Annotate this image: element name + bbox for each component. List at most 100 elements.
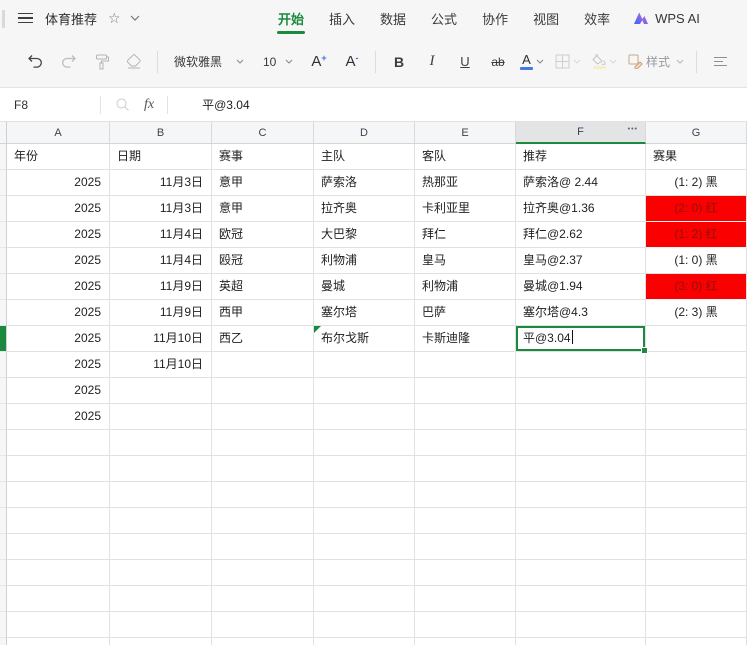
tab-insert[interactable]: 插入 [327,0,357,37]
sheet-cell[interactable]: 萨索洛@ 2.44 [516,170,646,196]
sheet-cell[interactable] [110,508,212,534]
row-header[interactable] [0,560,7,586]
sheet-cell[interactable]: 卡斯迪隆 [415,326,516,352]
sheet-cell[interactable]: 萨索洛 [314,170,415,196]
sheet-cell[interactable] [415,482,516,508]
tab-view[interactable]: 视图 [531,0,561,37]
strikethrough-button[interactable]: ab [487,49,509,75]
row-header[interactable] [0,222,7,248]
sheet-cell[interactable] [110,482,212,508]
sheet-cell[interactable] [415,560,516,586]
row-header[interactable] [0,196,7,222]
sheet-cell[interactable]: 2025 [7,326,110,352]
sheet-cell[interactable] [314,404,415,430]
sheet-cell[interactable]: 11月4日 [110,222,212,248]
sheet-cell[interactable]: 欧冠 [212,222,314,248]
sheet-cell[interactable]: (1: 2) 黑 [646,170,747,196]
sheet-cell[interactable] [646,638,747,645]
sheet-cell[interactable] [212,482,314,508]
tab-home[interactable]: 开始 [276,0,306,37]
sheet-cell[interactable]: 2025 [7,352,110,378]
sheet-cell[interactable] [314,638,415,645]
row-header[interactable] [0,586,7,612]
sheet-cell[interactable] [110,612,212,638]
sheet-cell[interactable] [646,430,747,456]
sheet-cell[interactable] [415,404,516,430]
sheet-cell[interactable]: 2025 [7,196,110,222]
name-box[interactable]: F8 [0,98,100,112]
sheet-cell[interactable]: 客队 [415,144,516,170]
sheet-cell[interactable]: 11月10日 [110,326,212,352]
row-header[interactable] [0,456,7,482]
select-all-corner[interactable] [0,122,7,144]
sheet-cell[interactable] [7,482,110,508]
sheet-cell[interactable]: (1: 2) 红 [646,222,747,248]
tab-data[interactable]: 数据 [378,0,408,37]
sheet-cell[interactable] [110,378,212,404]
tab-efficiency[interactable]: 效率 [582,0,612,37]
tab-collaborate[interactable]: 协作 [480,0,510,37]
sheet-cell[interactable] [314,482,415,508]
row-header[interactable] [0,404,7,430]
sheet-cell[interactable] [516,560,646,586]
sheet-cell[interactable]: 西甲 [212,300,314,326]
menu-hamburger-icon[interactable] [18,10,33,27]
sheet-cell[interactable] [212,586,314,612]
sheet-cell[interactable] [646,404,747,430]
underline-button[interactable]: U [454,49,476,75]
sheet-cell[interactable] [7,560,110,586]
sheet-cell[interactable]: 大巴黎 [314,222,415,248]
column-menu-icon[interactable]: ••• [628,126,638,133]
sheet-cell[interactable] [212,560,314,586]
redo-icon[interactable] [57,49,79,75]
sheet-cell[interactable] [646,508,747,534]
align-center-icon[interactable] [742,49,747,75]
sheet-cell[interactable] [7,638,110,645]
sheet-cell[interactable]: 11月3日 [110,196,212,222]
search-icon[interactable] [115,97,130,112]
sheet-cell[interactable]: 塞尔塔 [314,300,415,326]
sheet-cell[interactable]: 11月4日 [110,248,212,274]
sheet-cell[interactable]: 巴萨 [415,300,516,326]
row-header[interactable] [0,378,7,404]
sheet-cell[interactable]: 殴冠 [212,248,314,274]
row-header[interactable] [0,482,7,508]
sheet-cell[interactable]: 年份 [7,144,110,170]
sheet-cell[interactable] [110,586,212,612]
wps-ai-button[interactable]: WPS AI [633,11,700,26]
sheet-cell[interactable] [646,378,747,404]
sheet-cell[interactable] [7,586,110,612]
sheet-cell[interactable]: 11月9日 [110,274,212,300]
format-painter-icon[interactable] [90,49,112,75]
sheet-cell[interactable]: 2025 [7,300,110,326]
sheet-cell[interactable] [415,430,516,456]
sheet-cell[interactable]: (2: 3) 黑 [646,300,747,326]
sheet-cell[interactable]: (3: 0) 红 [646,274,747,300]
sheet-cell[interactable] [110,456,212,482]
fill-handle[interactable] [641,347,648,354]
tab-formula[interactable]: 公式 [429,0,459,37]
sheet-cell[interactable]: 主队 [314,144,415,170]
column-header-E[interactable]: E [415,122,516,144]
sheet-cell[interactable]: 意甲 [212,196,314,222]
sheet-cell[interactable] [516,586,646,612]
sheet-cell[interactable]: 西乙 [212,326,314,352]
sheet-cell[interactable] [110,404,212,430]
sheet-cell[interactable] [212,638,314,645]
column-header-G[interactable]: G [646,122,747,144]
row-header[interactable] [0,534,7,560]
borders-button[interactable] [555,49,581,75]
row-header[interactable] [0,248,7,274]
sheet-cell[interactable]: 卡利亚里 [415,196,516,222]
sheet-cell[interactable] [314,534,415,560]
align-left-icon[interactable] [709,49,731,75]
sheet-cell[interactable] [516,352,646,378]
font-name-select[interactable]: 微软雅黑 [170,49,248,75]
sheet-cell[interactable]: 皇马 [415,248,516,274]
column-header-D[interactable]: D [314,122,415,144]
column-header-C[interactable]: C [212,122,314,144]
sheet-cell[interactable]: 利物浦 [415,274,516,300]
column-header-A[interactable]: A [7,122,110,144]
sheet-cell[interactable] [516,430,646,456]
sheet-cell[interactable] [516,456,646,482]
